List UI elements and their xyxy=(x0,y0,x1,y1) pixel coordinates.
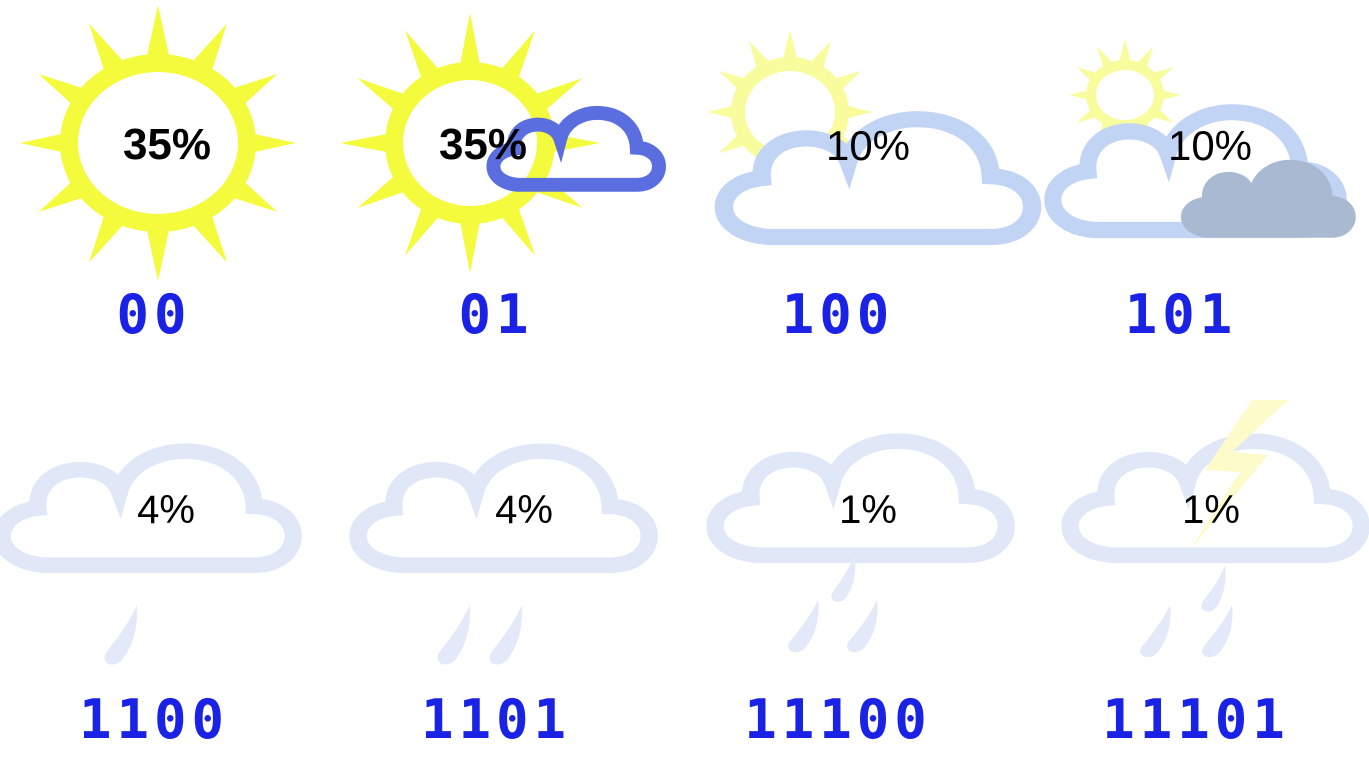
code-label: 01 xyxy=(458,283,534,346)
probability-label: 1% xyxy=(1182,488,1240,532)
cloud-with-two-raindrops-icon xyxy=(358,451,649,665)
probability-label: 10% xyxy=(1167,122,1253,169)
code-label: 11101 xyxy=(1102,688,1290,751)
cloud-with-one-raindrop-icon xyxy=(2,451,293,665)
probability-label: 35% xyxy=(438,120,528,169)
code-label: 100 xyxy=(781,283,895,346)
cloud-with-three-raindrops-icon xyxy=(715,441,1006,653)
probability-label: 1% xyxy=(839,488,897,532)
probability-label: 35% xyxy=(122,120,212,169)
probability-label: 10% xyxy=(825,122,911,169)
probability-label: 4% xyxy=(495,488,553,532)
code-label: 101 xyxy=(1124,283,1238,346)
probability-label: 4% xyxy=(137,488,195,532)
code-label: 11100 xyxy=(744,688,932,751)
code-label: 1100 xyxy=(78,688,230,751)
weather-icons xyxy=(0,5,1369,665)
weather-code-diagram: 35% 35% 10% 10% 4% 4% 1% 1% 00 01 100 10… xyxy=(0,0,1369,784)
code-label: 00 xyxy=(116,283,192,346)
code-label: 1101 xyxy=(420,688,572,751)
